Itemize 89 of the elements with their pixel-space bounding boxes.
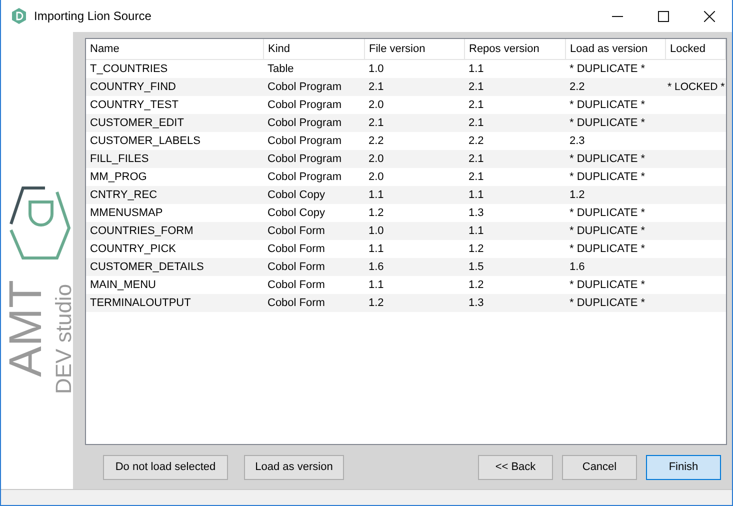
table-cell: CUSTOMER_DETAILS <box>90 261 204 273</box>
table-cell: 2.1 <box>468 117 484 129</box>
table-cell: * DUPLICATE * <box>570 279 646 291</box>
table-cell: T_COUNTRIES <box>90 63 168 75</box>
table-cell: 1.2 <box>468 279 484 291</box>
table-cell: * DUPLICATE * <box>570 153 646 165</box>
table-cell: MAIN_MENU <box>90 279 156 291</box>
table-cell: * DUPLICATE * <box>570 63 646 75</box>
table-cell: * DUPLICATE * <box>570 297 646 309</box>
table-cell: Cobol Copy <box>268 189 325 201</box>
table-cell: 1.5 <box>468 261 484 273</box>
table-cell: 2.0 <box>368 153 384 165</box>
table-cell: 1.1 <box>368 279 384 291</box>
dialog-button[interactable]: Cancel <box>562 454 637 480</box>
table-cell: COUNTRY_TEST <box>90 99 178 111</box>
window-title: Importing Lion Source <box>34 9 152 23</box>
table-cell: 2.1 <box>368 117 384 129</box>
logo-brand-text: AMT <box>1 280 51 377</box>
table-cell: 1.1 <box>368 189 384 201</box>
table-cell: Cobol Program <box>268 135 342 147</box>
table-cell: Cobol Program <box>268 81 342 93</box>
table-cell: FILL_FILES <box>90 153 149 165</box>
table-cell: 1.2 <box>368 207 384 219</box>
table-cell: 1.0 <box>368 63 384 75</box>
table-cell: * DUPLICATE * <box>570 171 646 183</box>
table-cell: 1.6 <box>368 261 384 273</box>
table-cell: TERMINALOUTPUT <box>90 297 191 309</box>
dialog-button[interactable]: << Back <box>478 454 553 480</box>
table-cell: 2.2 <box>468 135 484 147</box>
column-header[interactable]: Name <box>86 39 264 60</box>
table-cell: 1.6 <box>570 261 585 273</box>
table-cell: 1.3 <box>468 207 484 219</box>
table-cell: 2.2 <box>570 81 585 93</box>
table-cell: 2.2 <box>368 135 384 147</box>
table-cell: COUNTRIES_FORM <box>90 225 194 237</box>
hexagon-logo-icon <box>10 186 71 260</box>
table-cell: Cobol Program <box>268 153 342 165</box>
dialog-button[interactable]: Do not load selected <box>103 454 228 480</box>
table-cell: Cobol Form <box>268 261 325 273</box>
dialog-button[interactable]: Finish <box>646 454 721 480</box>
table-cell: Cobol Program <box>268 117 342 129</box>
table-cell: Cobol Form <box>268 279 325 291</box>
table-cell: Cobol Copy <box>268 207 325 219</box>
table-cell: 2.1 <box>368 81 384 93</box>
table-cell: MM_PROG <box>90 171 147 183</box>
table-cell: 1.2 <box>570 189 585 201</box>
table-cell: 2.1 <box>468 81 484 93</box>
maximize-icon[interactable] <box>658 10 668 22</box>
table-cell: 2.3 <box>570 135 585 147</box>
table-cell: 1.3 <box>468 297 484 309</box>
table-cell: * LOCKED * <box>668 81 725 93</box>
table-cell: Cobol Form <box>268 225 325 237</box>
table-cell: * DUPLICATE * <box>570 117 646 129</box>
column-header[interactable]: Kind <box>264 39 364 60</box>
table-cell: * DUPLICATE * <box>570 99 646 111</box>
table-cell: 1.0 <box>368 225 384 237</box>
table-cell: 1.2 <box>368 297 384 309</box>
column-header[interactable]: Locked <box>666 39 726 60</box>
table-cell: 2.0 <box>368 99 384 111</box>
table-cell: 2.0 <box>368 171 384 183</box>
table-cell: 2.1 <box>468 99 484 111</box>
column-header[interactable]: Repos version <box>464 39 566 60</box>
close-icon[interactable] <box>704 10 714 22</box>
table-cell: 2.1 <box>468 153 484 165</box>
table-cell: Cobol Program <box>268 171 342 183</box>
logo-product-text: DEV studio <box>51 284 73 394</box>
table-cell: COUNTRY_FIND <box>90 81 176 93</box>
table-cell: * DUPLICATE * <box>570 207 646 219</box>
table-cell: 1.1 <box>468 189 484 201</box>
table-cell: 1.2 <box>468 243 484 255</box>
table-cell: 1.1 <box>468 225 484 237</box>
table-cell: COUNTRY_PICK <box>90 243 176 255</box>
app-icon <box>12 8 26 24</box>
table-cell: 2.1 <box>468 171 484 183</box>
table-cell: Cobol Program <box>268 99 342 111</box>
table-cell: MMENUSMAP <box>90 207 163 219</box>
dialog-button[interactable]: Load as version <box>244 454 344 480</box>
table-cell: 1.1 <box>468 63 484 75</box>
table-cell: CNTRY_REC <box>90 189 158 201</box>
column-header[interactable]: File version <box>364 39 464 60</box>
table-cell: Cobol Form <box>268 243 325 255</box>
table-cell: * DUPLICATE * <box>570 225 646 237</box>
table-cell: Table <box>268 63 294 75</box>
table-cell: 1.1 <box>368 243 384 255</box>
table-cell: CUSTOMER_LABELS <box>90 135 200 147</box>
table-cell: Cobol Form <box>268 297 325 309</box>
table-cell: CUSTOMER_EDIT <box>90 117 184 129</box>
column-header[interactable]: Load as version <box>566 39 666 60</box>
table-cell: * DUPLICATE * <box>570 243 646 255</box>
